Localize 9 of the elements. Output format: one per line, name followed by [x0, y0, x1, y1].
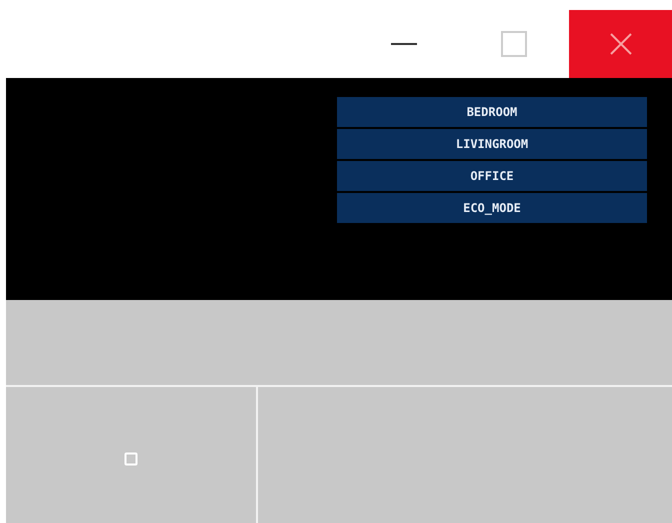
- maximize-icon: [501, 31, 527, 57]
- room-menu-item[interactable]: OFFICE: [337, 161, 647, 191]
- minimize-icon: [391, 42, 417, 46]
- square-icon: [124, 452, 138, 466]
- close-icon: [608, 32, 632, 56]
- close-button[interactable]: [569, 10, 672, 78]
- room-menu-item[interactable]: ECO_MODE: [337, 193, 647, 223]
- room-menu-item[interactable]: LIVINGROOM: [337, 129, 647, 159]
- room-menu-item[interactable]: BEDROOM: [337, 97, 647, 127]
